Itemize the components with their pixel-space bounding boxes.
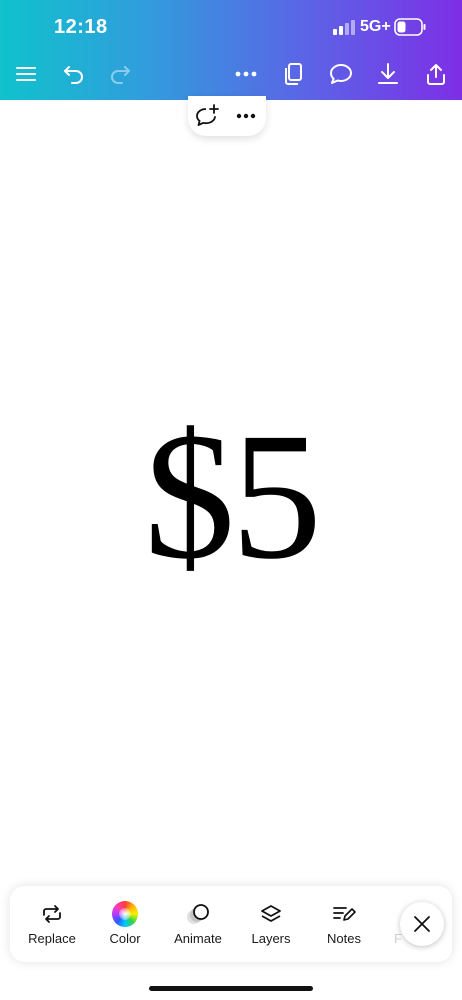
layers-icon: [261, 905, 281, 922]
editor-toolbar: [0, 52, 462, 96]
tool-animate[interactable]: Animate: [162, 900, 234, 956]
bottom-tools-panel: Replace Color Animate Layers Notes F: [10, 886, 452, 962]
tool-label: Animate: [174, 931, 222, 946]
menu-icon: [16, 67, 36, 81]
tool-layers[interactable]: Layers: [235, 900, 307, 956]
download-button[interactable]: [374, 60, 402, 88]
more-icon: [236, 113, 256, 119]
comment-button[interactable]: [327, 60, 355, 88]
tool-replace[interactable]: Replace: [16, 900, 88, 956]
share-icon: [427, 64, 445, 85]
undo-icon: [64, 66, 83, 84]
color-wheel-icon: [112, 901, 138, 927]
animate-icon: [187, 904, 209, 924]
design-canvas[interactable]: $5: [0, 136, 462, 880]
close-icon: [414, 916, 430, 932]
add-comment-icon: [196, 104, 219, 126]
pages-button[interactable]: [279, 60, 307, 88]
canvas-text[interactable]: $5: [0, 406, 462, 588]
comment-icon: [330, 64, 352, 84]
element-more-button[interactable]: [232, 103, 260, 129]
more-button[interactable]: [232, 60, 260, 88]
home-indicator[interactable]: [149, 986, 313, 991]
redo-icon: [111, 66, 130, 84]
redo-button[interactable]: [106, 60, 134, 88]
network-label: 5G+: [360, 18, 391, 35]
top-bar: 12:18 5G+: [0, 0, 462, 100]
status-bar: 12:18 5G+: [0, 0, 462, 52]
share-button[interactable]: [422, 60, 450, 88]
notes-icon: [333, 907, 356, 921]
battery-icon: [394, 18, 426, 36]
tool-label: Layers: [251, 931, 291, 946]
menu-button[interactable]: [12, 60, 40, 88]
replace-icon: [43, 905, 61, 923]
close-panel-button[interactable]: [400, 902, 444, 946]
signal-icon: [333, 19, 357, 35]
tool-label: Color: [109, 931, 141, 946]
tool-label: Replace: [28, 931, 76, 946]
pages-icon: [285, 63, 302, 85]
download-icon: [378, 63, 398, 84]
element-context-menu: [188, 96, 266, 136]
add-comment-button[interactable]: [194, 103, 222, 129]
more-icon: [235, 71, 257, 77]
status-time: 12:18: [54, 16, 108, 38]
undo-button[interactable]: [60, 60, 88, 88]
tool-color[interactable]: Color: [89, 900, 161, 956]
